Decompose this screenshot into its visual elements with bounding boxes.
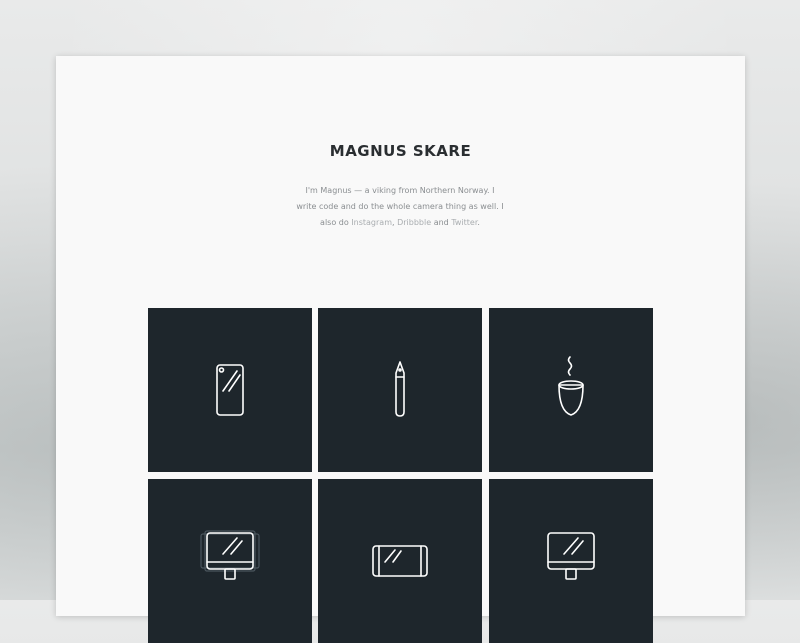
dribbble-link[interactable]: Dribbble xyxy=(397,218,431,227)
portfolio-tile-monitor[interactable] xyxy=(489,479,653,643)
monitor-icon xyxy=(200,530,260,580)
pen-icon xyxy=(395,361,405,417)
period: . xyxy=(477,218,480,227)
site-title: MAGNUS SKARE xyxy=(329,142,472,160)
phone-landscape-icon xyxy=(372,545,428,577)
portfolio-tile-phone-landscape[interactable] xyxy=(318,479,482,643)
twitter-link[interactable]: Twitter xyxy=(451,218,477,227)
monitor-icon xyxy=(547,532,595,580)
portfolio-tile-monitor-layers[interactable] xyxy=(148,479,312,643)
comma-separator: , xyxy=(392,218,395,227)
portfolio-tile-pen[interactable] xyxy=(318,308,482,472)
portfolio-tile-phone[interactable] xyxy=(148,308,312,472)
page-card: MAGNUS SKARE I'm Magnus — a viking from … xyxy=(56,56,745,643)
portfolio-tile-coffee[interactable] xyxy=(489,308,653,472)
coffee-cup-icon xyxy=(558,356,584,416)
and-text: and xyxy=(433,218,449,227)
intro-paragraph: I'm Magnus — a viking from Northern Norw… xyxy=(295,183,505,231)
instagram-link[interactable]: Instagram xyxy=(351,218,392,227)
phone-icon xyxy=(216,364,244,416)
